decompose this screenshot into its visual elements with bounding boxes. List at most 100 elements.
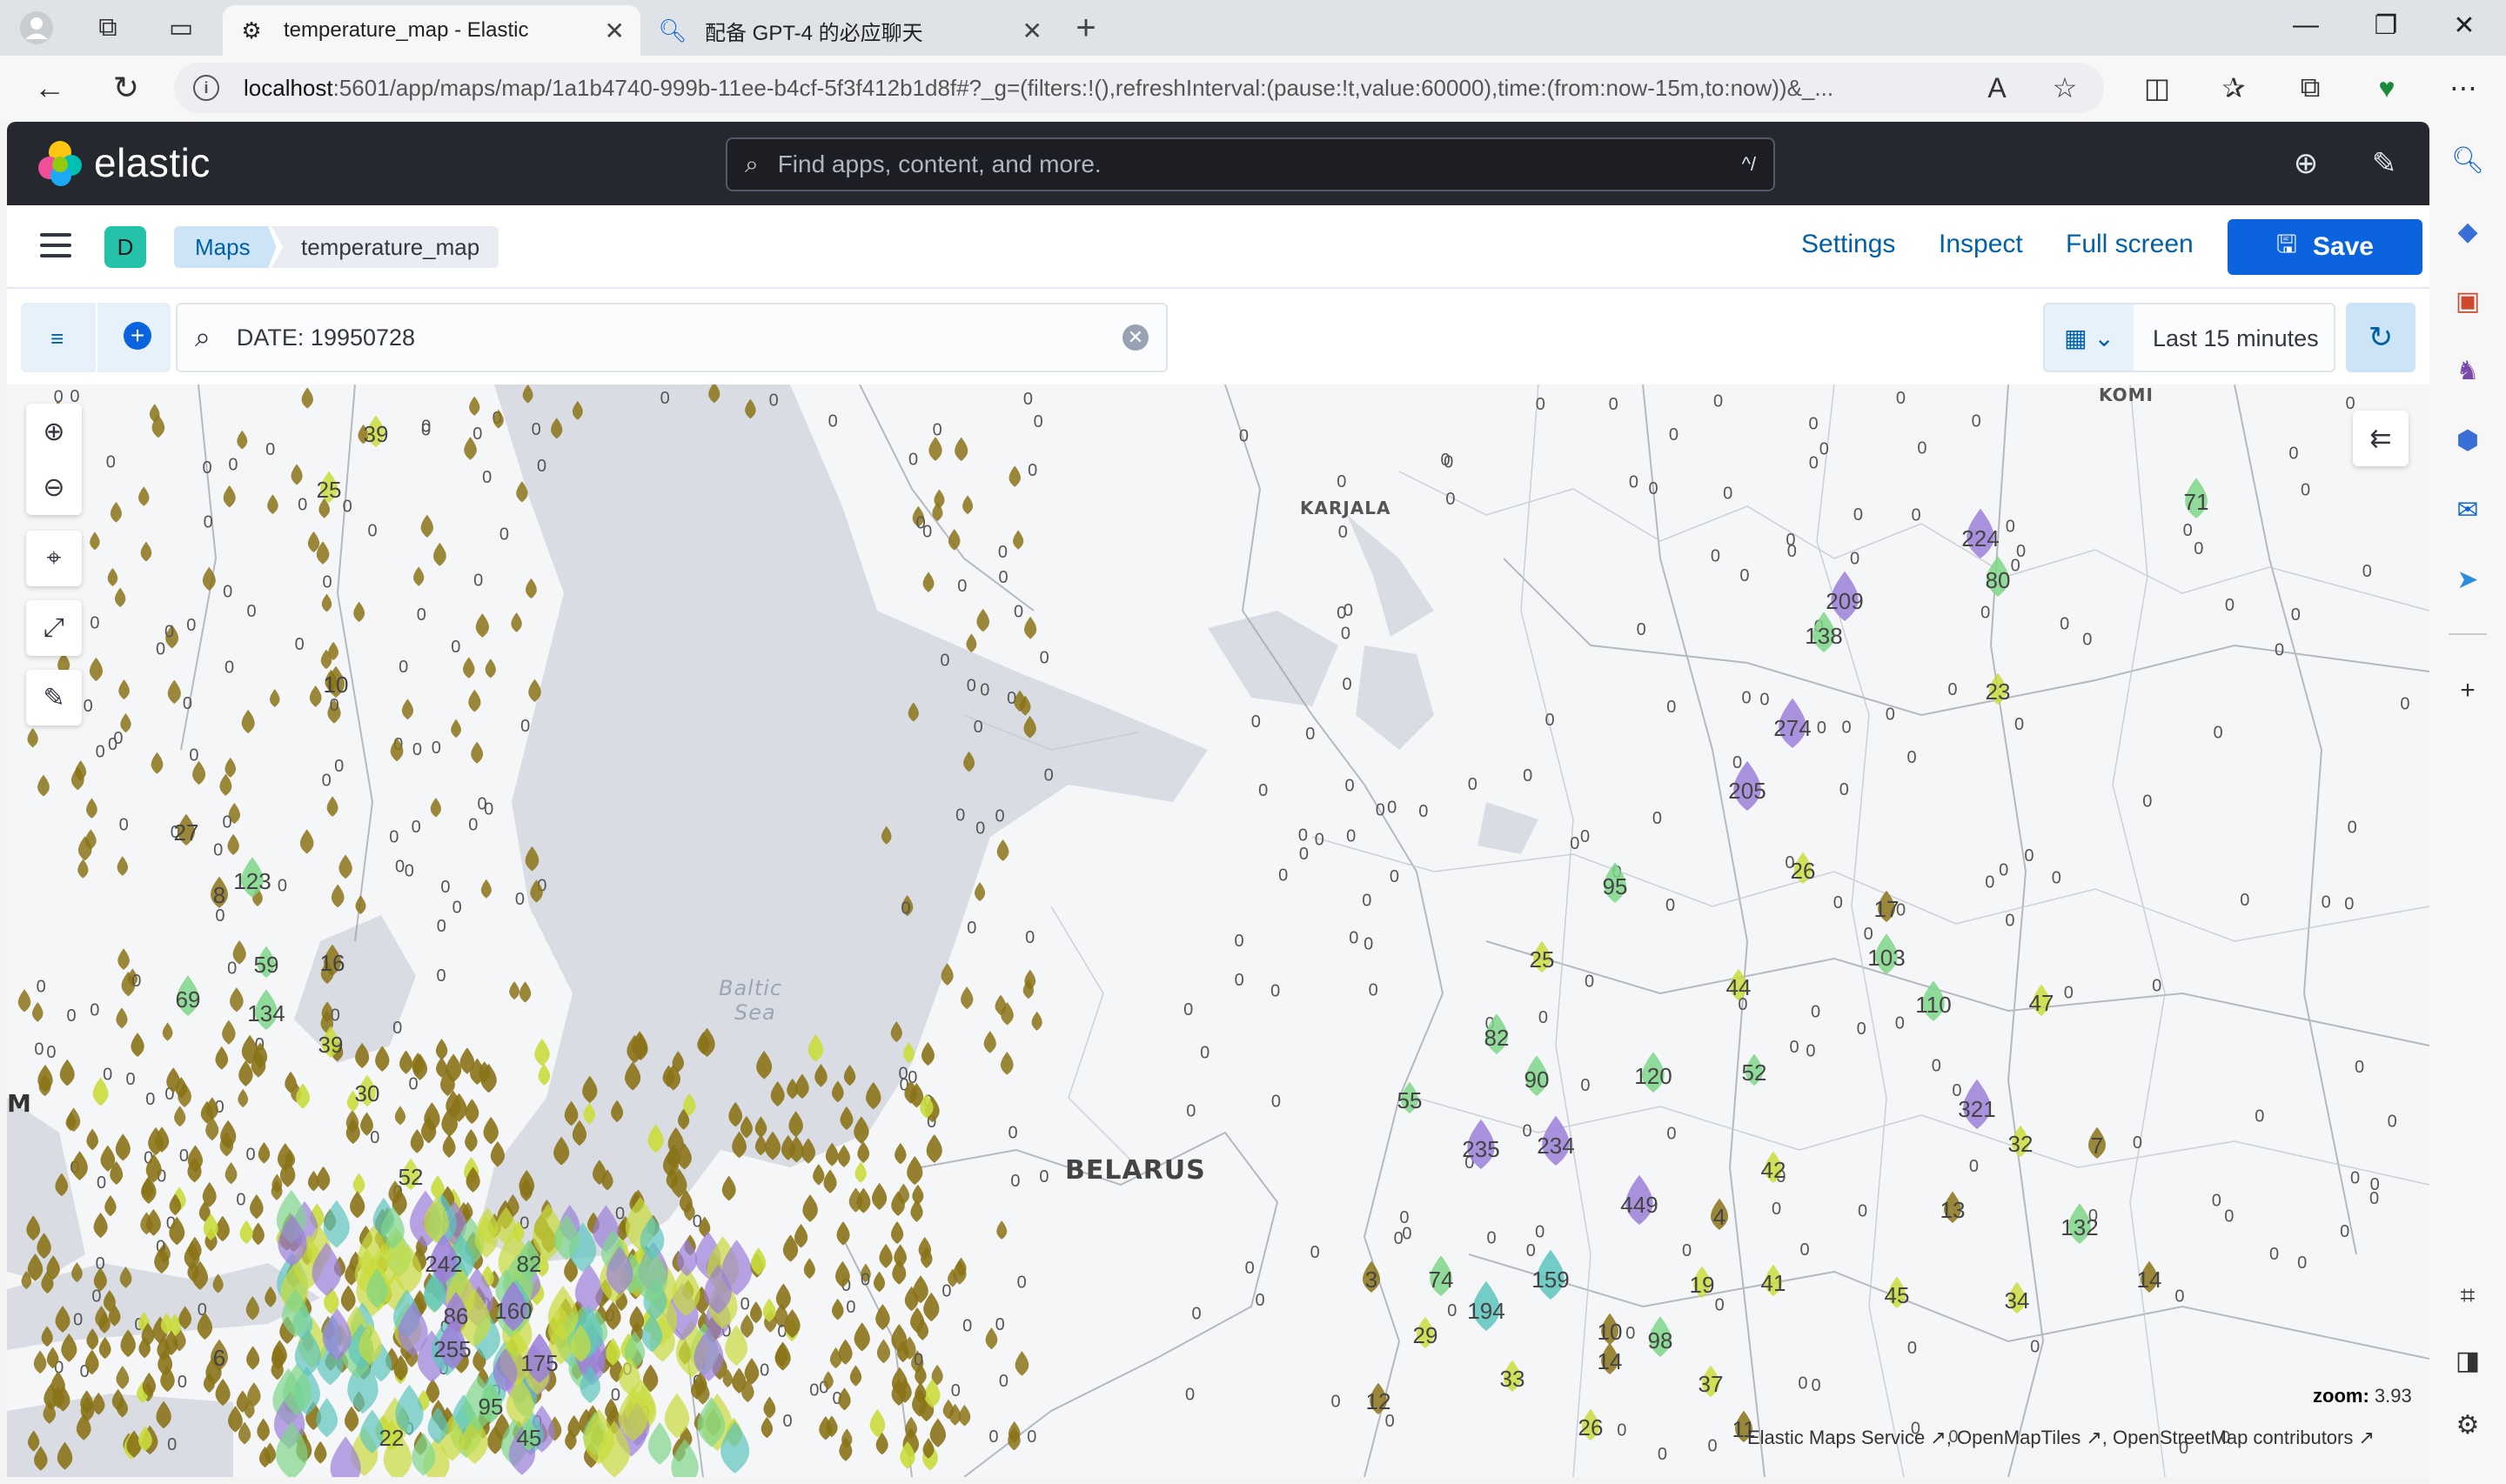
space-avatar[interactable]: D [104, 226, 146, 268]
temperature-marker[interactable] [352, 1173, 365, 1195]
temperature-marker[interactable] [413, 566, 425, 586]
temperature-marker[interactable] [314, 1441, 327, 1464]
settings-icon[interactable]: ⚙ [2449, 1406, 2487, 1444]
temperature-marker[interactable] [433, 542, 446, 566]
temperature-marker[interactable] [764, 1131, 781, 1160]
temperature-marker[interactable] [572, 400, 583, 420]
temperature-marker[interactable] [823, 1169, 837, 1193]
temperature-marker[interactable] [32, 1002, 44, 1022]
temperature-marker[interactable] [857, 1141, 870, 1164]
temperature-marker[interactable] [534, 1039, 550, 1066]
temperature-marker[interactable] [866, 1081, 881, 1110]
menu-toggle-icon[interactable] [40, 233, 71, 257]
temperature-marker[interactable] [831, 1080, 844, 1103]
temperature-marker[interactable] [983, 1031, 996, 1053]
temperature-marker[interactable] [59, 1059, 75, 1086]
temperature-marker[interactable] [246, 1346, 260, 1370]
temperature-marker[interactable] [116, 1007, 128, 1029]
temperature-marker[interactable] [1031, 1011, 1042, 1031]
games-icon[interactable]: ♞ [2449, 351, 2487, 390]
temperature-marker[interactable] [34, 1446, 48, 1471]
reload-icon[interactable]: ↻ [106, 68, 146, 108]
temperature-marker[interactable] [355, 895, 366, 915]
temperature-marker[interactable] [895, 1142, 907, 1165]
temperature-marker[interactable] [238, 1060, 253, 1086]
temperature-marker[interactable] [519, 981, 532, 1003]
temperature-marker[interactable] [961, 986, 974, 1010]
temperature-marker[interactable] [55, 1173, 69, 1197]
close-tab-icon[interactable]: ✕ [1022, 17, 1042, 45]
temperature-marker[interactable] [340, 1285, 356, 1313]
temperature-marker[interactable] [202, 566, 216, 591]
temperature-marker[interactable] [881, 826, 892, 845]
temperature-marker[interactable] [309, 685, 322, 707]
new-tab-button[interactable]: + [1067, 9, 1105, 48]
temperature-marker[interactable] [875, 1304, 890, 1331]
temperature-marker[interactable] [267, 494, 278, 515]
temperature-marker[interactable] [399, 1050, 413, 1074]
temperature-marker[interactable] [625, 1061, 641, 1091]
temperature-marker[interactable] [92, 1392, 105, 1415]
query-input[interactable]: ⌕ DATE: 19950728 ✕ [176, 303, 1168, 372]
temperature-marker[interactable] [238, 1088, 249, 1108]
temperature-marker[interactable] [241, 709, 255, 734]
temperature-marker[interactable] [611, 1100, 624, 1123]
full-screen-link[interactable]: Full screen [2066, 230, 2194, 259]
temperature-marker[interactable] [212, 1273, 224, 1293]
temperature-marker[interactable] [119, 1266, 132, 1288]
temperature-marker[interactable] [775, 1283, 791, 1311]
temperature-marker[interactable] [227, 833, 239, 856]
temperature-marker[interactable] [251, 1222, 265, 1246]
temperature-marker[interactable] [442, 1134, 456, 1159]
temperature-marker[interactable] [1024, 616, 1037, 639]
temperature-marker[interactable] [908, 702, 919, 722]
temperature-marker[interactable] [245, 1295, 259, 1320]
temperature-marker[interactable] [239, 1220, 253, 1244]
fit-to-data-button[interactable]: ⤢ [26, 600, 82, 656]
temperature-marker[interactable] [355, 1042, 370, 1068]
temperature-marker[interactable] [511, 612, 522, 632]
filter-menu-icon[interactable]: ≡ [50, 325, 64, 352]
temperature-marker[interactable] [941, 963, 954, 986]
restore-button[interactable]: ❐ [2360, 10, 2412, 41]
temperature-marker[interactable] [922, 572, 935, 592]
temperature-marker[interactable] [430, 798, 441, 818]
temperature-marker[interactable] [270, 689, 280, 707]
microsoft-365-icon[interactable]: ⬢ [2449, 421, 2487, 459]
temperature-marker[interactable] [963, 751, 975, 772]
set-view-button[interactable]: ⌖ [26, 531, 82, 586]
elastic-logo-icon[interactable] [37, 141, 82, 186]
save-button[interactable]: 🖫 Save [2228, 219, 2422, 275]
temperature-marker[interactable] [740, 1115, 753, 1139]
temperature-marker[interactable] [230, 986, 244, 1013]
temperature-marker[interactable] [174, 1106, 186, 1127]
temperature-marker[interactable] [525, 846, 539, 872]
close-window-button[interactable]: ✕ [2438, 10, 2490, 41]
temperature-marker[interactable] [928, 437, 942, 461]
temperature-marker[interactable] [57, 1441, 73, 1470]
temperature-marker[interactable] [802, 1194, 818, 1222]
temperature-marker[interactable] [215, 1378, 231, 1407]
temperature-marker[interactable] [528, 678, 541, 703]
temperature-marker[interactable] [480, 879, 492, 899]
temperature-marker[interactable] [840, 1106, 854, 1131]
temperature-marker[interactable] [463, 657, 475, 678]
temperature-marker[interactable] [265, 1286, 277, 1307]
tab-bing-chat[interactable]: 🔍︎ 配备 GPT-4 的必应聊天 ✕ [644, 5, 1058, 56]
temperature-marker[interactable] [955, 437, 968, 462]
elastic-brand[interactable]: elastic [94, 139, 211, 186]
temperature-marker[interactable] [98, 1337, 111, 1360]
temperature-marker[interactable] [90, 531, 100, 551]
favorites-icon[interactable]: ✰ [2214, 68, 2254, 108]
temperature-marker[interactable] [401, 699, 414, 720]
temperature-marker[interactable] [763, 1396, 776, 1419]
temperature-marker[interactable] [869, 1408, 886, 1438]
split-screen-icon[interactable]: ◫ [2137, 68, 2177, 108]
temperature-marker[interactable] [140, 541, 152, 562]
tab-temperature-map[interactable]: ⚙ temperature_map - Elastic ✕ [223, 5, 640, 56]
temperature-marker[interactable] [996, 1220, 1008, 1240]
temperature-marker[interactable] [237, 430, 248, 450]
map-canvas[interactable]: 0 0 0 0 0 0 0 0 0 0 0 0 0 0 0 0 0 0 0 0 0 0 0 0 0 0 0 0 0 0 0 0 0 0 0 0 0 0 0 0… [7, 384, 2429, 1477]
temperature-marker[interactable] [1000, 1051, 1014, 1075]
temperature-marker[interactable] [647, 1124, 664, 1153]
